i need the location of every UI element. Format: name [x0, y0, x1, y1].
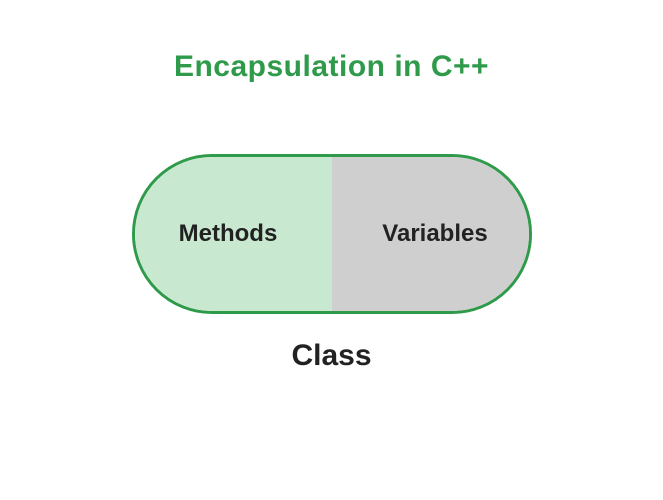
methods-label: Methods: [179, 220, 278, 248]
encapsulation-capsule: Methods Variables: [132, 154, 532, 314]
variables-label: Variables: [382, 220, 487, 248]
capsule-left-half: Methods: [135, 157, 332, 311]
class-label: Class: [291, 339, 371, 373]
diagram-title: Encapsulation in C++: [174, 50, 489, 84]
capsule-container: Methods Variables: [132, 154, 532, 314]
capsule-right-half: Variables: [332, 157, 529, 311]
